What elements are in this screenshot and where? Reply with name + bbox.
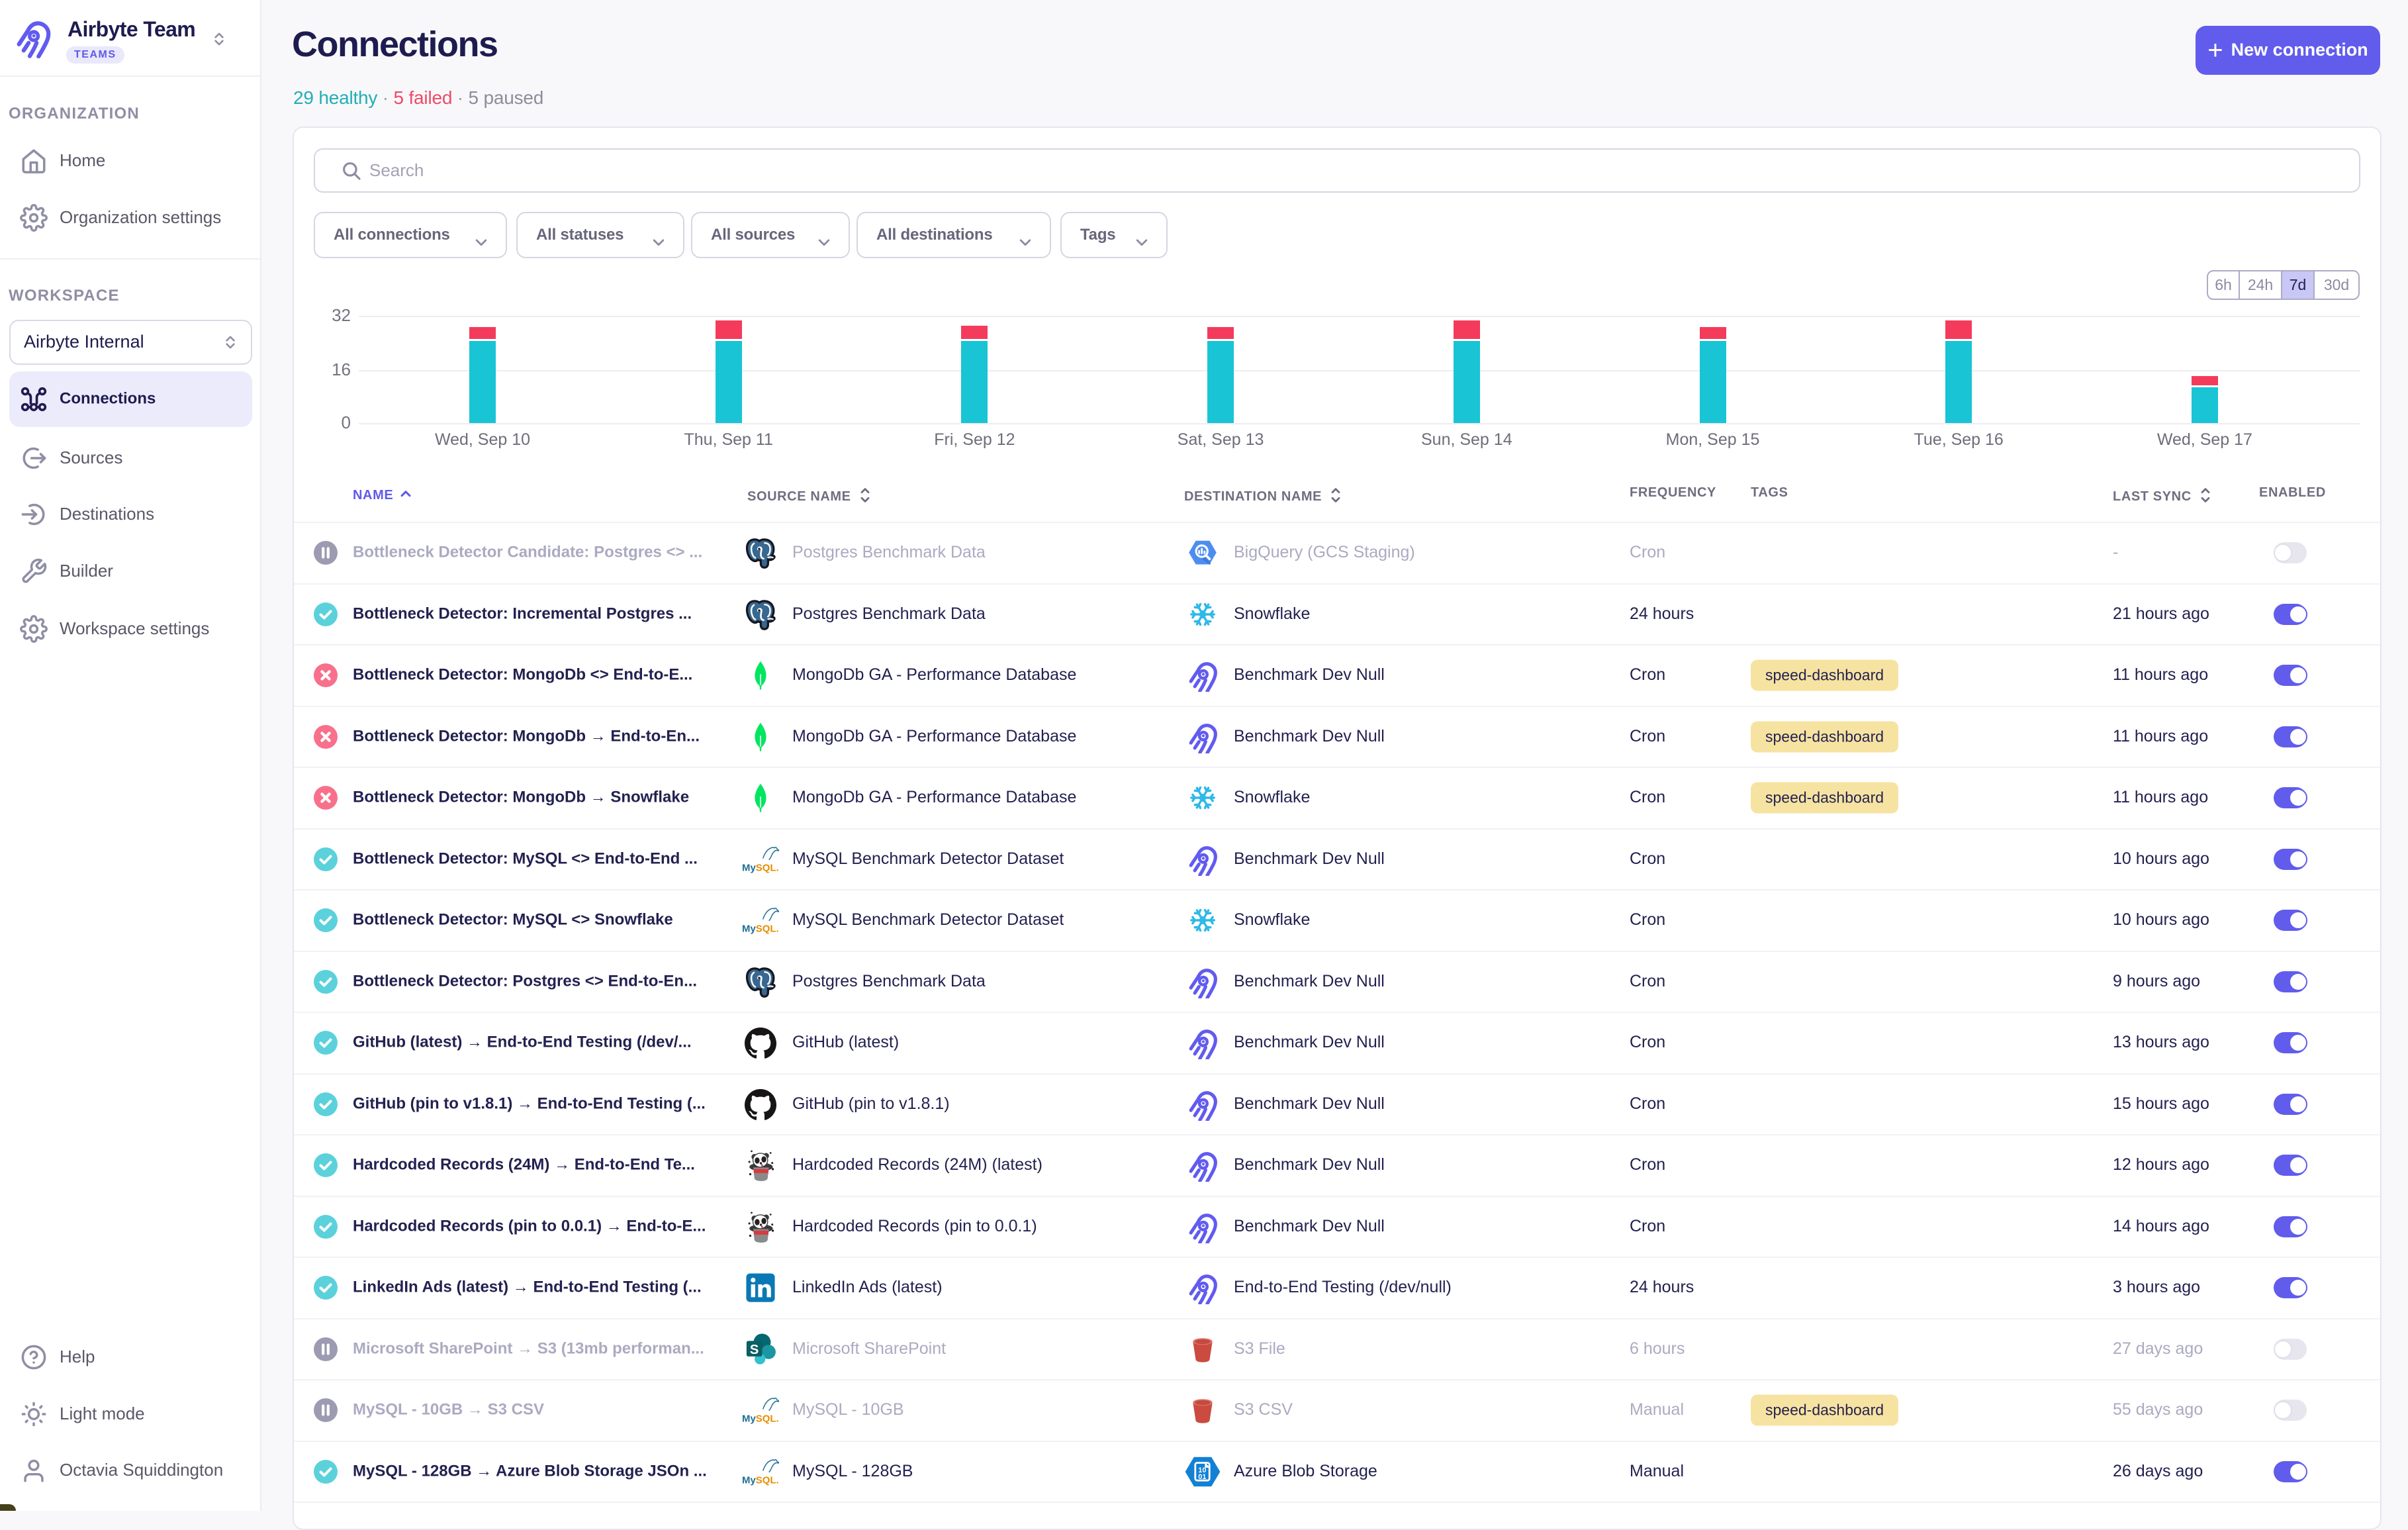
svg-text:SQL.: SQL. — [756, 862, 779, 873]
svg-text:My: My — [742, 924, 756, 935]
svg-text:My: My — [742, 1413, 756, 1425]
svg-text:SQL.: SQL. — [756, 924, 779, 935]
svg-text:01: 01 — [1198, 1473, 1206, 1481]
svg-text:SQL.: SQL. — [756, 1413, 779, 1425]
svg-text:SQL.: SQL. — [756, 1474, 779, 1486]
svg-text:My: My — [742, 862, 756, 873]
svg-text:My: My — [742, 1474, 756, 1486]
svg-text:S: S — [750, 1343, 759, 1357]
